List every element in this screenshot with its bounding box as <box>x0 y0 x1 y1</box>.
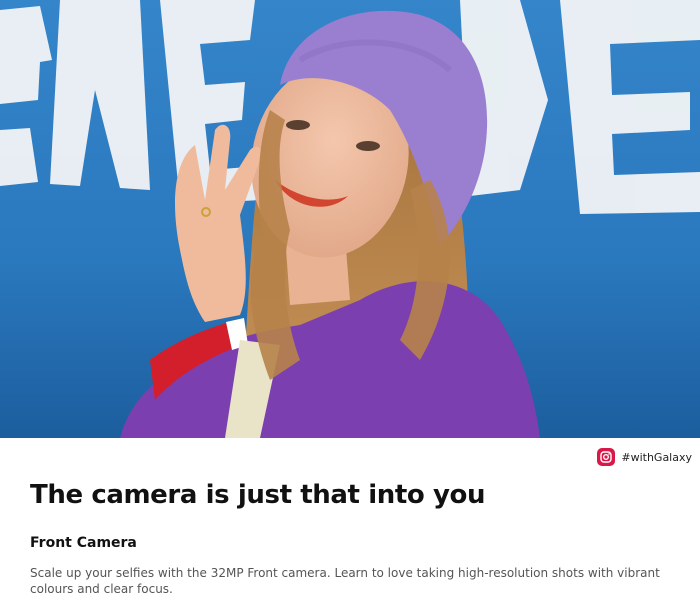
selfie-photo-illustration <box>0 0 700 438</box>
instagram-icon <box>597 448 616 466</box>
instagram-tag[interactable]: #withGalaxy <box>597 447 692 467</box>
left-eye <box>286 120 310 130</box>
right-eye <box>356 141 380 151</box>
hero-photo <box>0 0 700 438</box>
headline: The camera is just that into you <box>30 480 486 510</box>
instagram-handle: #withGalaxy <box>621 450 692 464</box>
description-text: Scale up your selfies with the 32MP Fron… <box>30 566 660 596</box>
page: #withGalaxy The camera is just that into… <box>0 0 700 600</box>
section-subheading: Front Camera <box>30 535 137 551</box>
